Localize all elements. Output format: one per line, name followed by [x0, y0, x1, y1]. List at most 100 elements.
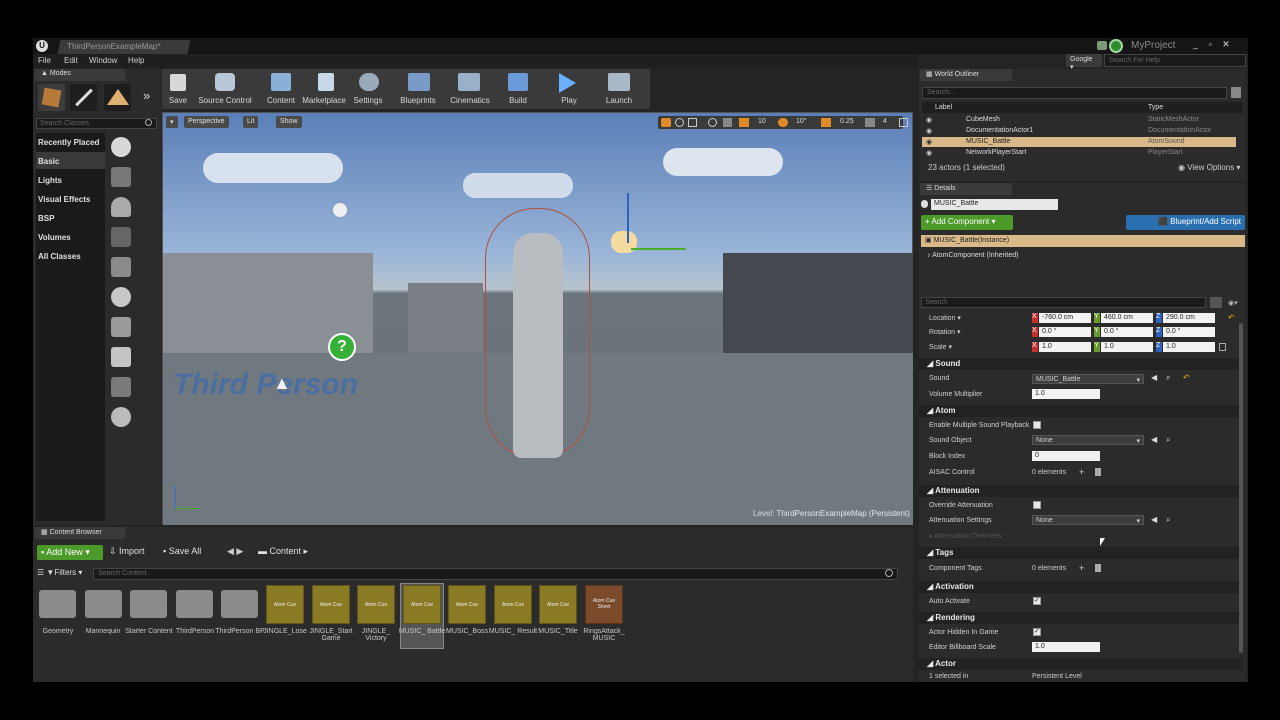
lock-scale-icon[interactable] — [1219, 343, 1226, 351]
add-element-icon[interactable]: + — [1079, 563, 1084, 573]
rotation-z-field[interactable]: 0.0 ° — [1163, 327, 1215, 337]
component-row[interactable]: ♪ AtomComponent (Inherited) — [927, 252, 1018, 259]
placeable-item[interactable] — [105, 195, 157, 221]
delete-elements-icon[interactable] — [1095, 468, 1101, 476]
world-local-icon[interactable] — [708, 118, 717, 127]
import-button[interactable]: ⇩ Import — [109, 546, 145, 557]
blueprint-add-script-button[interactable]: ⬛ Blueprint/Add Script — [1126, 215, 1245, 230]
class-search-input[interactable]: Search Classes — [36, 118, 157, 129]
asset-tile[interactable]: Atom Cue — [539, 585, 577, 624]
visibility-icon[interactable]: ◉ — [926, 116, 932, 124]
viewport-options-button[interactable]: ▾ — [166, 116, 178, 128]
placeable-item[interactable] — [105, 225, 157, 251]
location-y-field[interactable]: 460.0 cm — [1101, 313, 1153, 323]
section-actor[interactable]: ◢ Actor — [919, 658, 1243, 670]
property-matrix-icon[interactable] — [1210, 297, 1222, 308]
sound-object-dropdown[interactable]: None ▾ — [1032, 435, 1144, 445]
viewport[interactable]: Third Person ? ▲ — [162, 112, 913, 525]
attenuation-settings-dropdown[interactable]: None ▾ — [1032, 515, 1144, 525]
actor-hidden-checkbox[interactable]: ✓ — [1033, 628, 1041, 636]
outliner-row[interactable]: ◉ NetworkPlayerStart PlayerStart — [922, 148, 1236, 159]
rotation-x-field[interactable]: 0.0 ° — [1039, 327, 1091, 337]
section-rendering[interactable]: ◢ Rendering — [919, 612, 1243, 624]
filters-button[interactable]: ☰ ▼Filters ▾ — [37, 568, 82, 577]
use-selected-icon[interactable]: ◀ — [1151, 435, 1157, 444]
outliner-options-icon[interactable] — [1231, 87, 1241, 98]
placeable-item[interactable] — [105, 345, 157, 371]
outliner-search-input[interactable]: Search... — [922, 87, 1227, 99]
folder-path[interactable]: ▬ Content ▸ — [258, 546, 308, 557]
settings-button[interactable]: Settings — [340, 96, 396, 105]
section-tags[interactable]: ◢ Tags — [919, 547, 1243, 559]
perspective-button[interactable]: Perspective — [184, 116, 229, 128]
rotate-tool-icon[interactable] — [675, 118, 684, 127]
world-outliner-tab[interactable]: ▦ World Outliner — [920, 69, 1012, 81]
launch-button[interactable]: Launch — [591, 96, 647, 105]
landscape-mode-icon[interactable] — [104, 84, 131, 111]
help-search-dropdown[interactable]: Google ▾ — [1066, 54, 1102, 71]
add-element-icon[interactable]: + — [1079, 467, 1084, 477]
sound-asset-dropdown[interactable]: MUSIC_Battle ▾ — [1032, 374, 1144, 384]
category-basic[interactable]: Basic — [38, 157, 59, 166]
source-control-status-icon[interactable] — [1109, 39, 1123, 53]
history-nav-icon[interactable]: ◀ ▶ — [227, 546, 243, 557]
gizmo-z-arrow[interactable] — [627, 193, 629, 243]
save-all-button[interactable]: ▪ Save All — [163, 546, 201, 556]
category-volumes[interactable]: Volumes — [38, 233, 71, 242]
location-x-field[interactable]: -760.0 cm — [1039, 313, 1091, 323]
notification-icon[interactable] — [1097, 41, 1107, 50]
view-options-button[interactable]: ◉ View Options ▾ — [1178, 163, 1240, 172]
reset-location-icon[interactable]: ↶ — [1228, 313, 1235, 322]
modes-tab[interactable]: ▲ Modes — [35, 69, 125, 81]
details-tab[interactable]: ☰ Details — [920, 183, 1012, 195]
category-recently-placed[interactable]: Recently Placed — [38, 138, 99, 147]
menu-help[interactable]: Help — [128, 56, 144, 65]
visibility-filter-icon[interactable]: ◉▾ — [1228, 299, 1238, 307]
tab-level-document[interactable]: ThirdPersonExampleMap* — [57, 40, 191, 54]
surface-snap-icon[interactable] — [723, 118, 732, 127]
maximize-viewport-icon[interactable] — [899, 118, 908, 127]
billboard-scale-field[interactable]: 1.0 — [1032, 642, 1100, 652]
lit-button[interactable]: Lit — [243, 116, 259, 128]
outliner-row[interactable]: ◉ CubeMesh StaticMeshActor — [922, 115, 1236, 126]
rotation-y-field[interactable]: 0.0 ° — [1101, 327, 1153, 337]
details-search-input[interactable]: Search — [921, 297, 1206, 308]
placeable-item[interactable] — [105, 405, 157, 431]
grid-snap-icon[interactable] — [739, 118, 749, 127]
rotation-snap-value[interactable]: 10° — [796, 118, 807, 125]
window-controls[interactable]: _ ▫ ✕ — [1193, 39, 1234, 50]
asset-tile[interactable]: Atom Cue — [357, 585, 395, 624]
browse-icon[interactable]: ⌕ — [1166, 515, 1170, 525]
menu-edit[interactable]: Edit — [64, 56, 78, 65]
browse-icon[interactable]: ⌕ — [1166, 373, 1170, 383]
location-label[interactable]: Location ▾ — [929, 314, 961, 322]
grid-snap-value[interactable]: 10 — [758, 118, 766, 125]
scale-x-field[interactable]: 1.0 — [1039, 342, 1091, 352]
camera-speed-icon[interactable] — [865, 118, 875, 127]
menu-file[interactable]: File — [38, 56, 51, 65]
source-control-button[interactable]: Source Control — [196, 96, 254, 105]
placeable-item[interactable] — [105, 135, 157, 161]
asset-tile[interactable]: Atom Cue — [448, 585, 486, 624]
folder-mannequin[interactable] — [85, 590, 122, 618]
placeable-item[interactable] — [105, 255, 157, 281]
volume-multiplier-field[interactable]: 1.0 — [1032, 389, 1100, 399]
gizmo-y-arrow[interactable] — [631, 248, 686, 250]
outliner-row-selected[interactable]: ◉ MUSIC_Battle AtomSound — [922, 137, 1236, 148]
category-visual-effects[interactable]: Visual Effects — [38, 195, 90, 204]
use-selected-icon[interactable]: ◀ — [1151, 373, 1157, 382]
scale-snap-value[interactable]: 0.25 — [840, 118, 854, 125]
rotation-label[interactable]: Rotation ▾ — [929, 328, 961, 336]
component-instance-row[interactable]: ▣ MUSIC_Battle(Instance) — [921, 235, 1245, 247]
asset-tile[interactable]: Atom Cue — [266, 585, 304, 624]
scale-tool-icon[interactable] — [688, 118, 697, 127]
add-component-button[interactable]: + Add Component ▾ — [921, 215, 1013, 230]
scale-z-field[interactable]: 1.0 — [1163, 342, 1215, 352]
show-button[interactable]: Show — [276, 116, 302, 128]
category-lights[interactable]: Lights — [38, 176, 62, 185]
blueprints-button[interactable]: Blueprints — [390, 96, 446, 105]
category-bsp[interactable]: BSP — [38, 214, 54, 223]
add-new-button[interactable]: ▪ Add New ▾ — [37, 545, 103, 560]
override-attenuation-checkbox[interactable] — [1033, 501, 1041, 509]
paint-mode-icon[interactable] — [70, 84, 97, 111]
